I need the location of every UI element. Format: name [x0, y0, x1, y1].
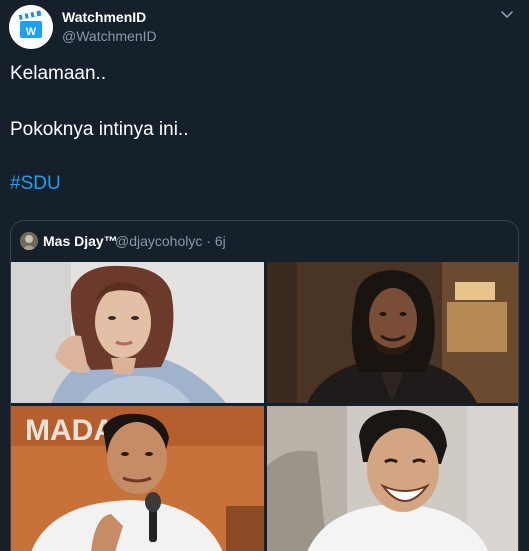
- tweet-text-line: Kelamaan..: [10, 63, 107, 84]
- quoted-timestamp[interactable]: 6j: [215, 233, 226, 249]
- quoted-meta: @djaycoholyc · 6j: [115, 233, 226, 249]
- tweet-card[interactable]: W WatchmenID @WatchmenID Kelamaan.. Poko…: [0, 0, 529, 551]
- backdrop-sign-text: MADA: [25, 414, 115, 447]
- photo-grid: MADA: [11, 262, 518, 551]
- quoted-tweet[interactable]: Mas Djay™ @djaycoholyc · 6j MADA: [10, 220, 519, 551]
- photo-4[interactable]: [267, 406, 518, 551]
- quoted-author-name[interactable]: Mas Djay™: [43, 233, 118, 249]
- svg-text:W: W: [26, 26, 37, 38]
- quoted-author-handle[interactable]: @djaycoholyc: [115, 233, 202, 249]
- photo-2[interactable]: [267, 262, 518, 403]
- author-handle[interactable]: @WatchmenID: [62, 28, 157, 44]
- separator-dot: ·: [206, 233, 215, 249]
- more-options-icon[interactable]: [497, 4, 517, 24]
- author-avatar[interactable]: W: [9, 5, 53, 49]
- clapperboard-w-icon: W: [9, 5, 53, 49]
- quoted-tweet-header: Mas Djay™ @djaycoholyc · 6j: [11, 221, 518, 261]
- photo-1[interactable]: [11, 262, 264, 403]
- quoted-author-avatar[interactable]: [20, 232, 38, 250]
- hashtag-link[interactable]: #SDU: [10, 172, 61, 196]
- photo-3[interactable]: MADA: [11, 406, 264, 551]
- author-name[interactable]: WatchmenID: [62, 9, 146, 25]
- tweet-text-line: Pokoknya intinya ini..: [10, 119, 189, 140]
